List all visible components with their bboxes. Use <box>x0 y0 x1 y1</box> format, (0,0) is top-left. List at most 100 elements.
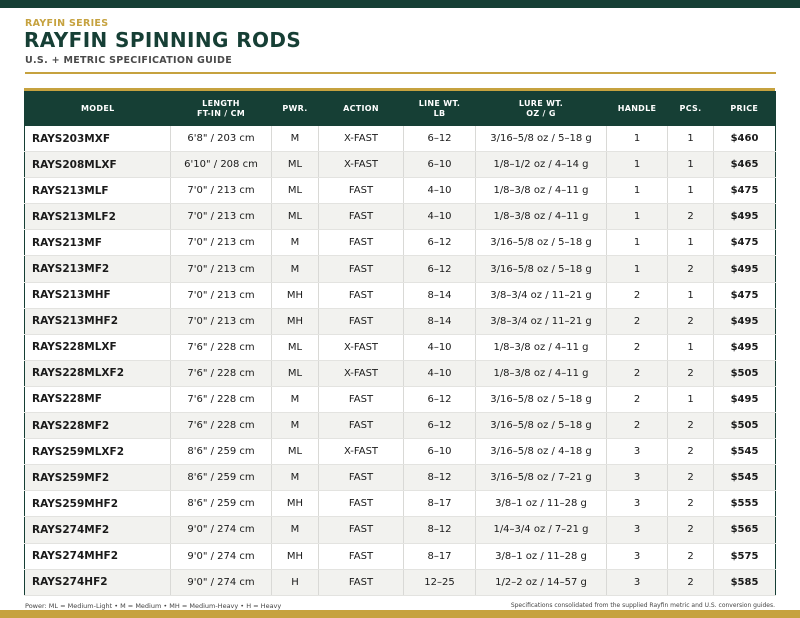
cell-handle: 3 <box>606 516 668 544</box>
table-row: RAYS213MF 7'0" / 213 cm M FAST 6–12 3/16–5/8 … <box>24 229 776 257</box>
column-header-label: PWR. <box>282 104 308 113</box>
spec-table-container: MODEL LENGTH FT-IN / CM PWR. ACTION LINE WT. L… <box>24 88 776 596</box>
cell-length: 6'8" / 203 cm <box>170 126 272 153</box>
cell-handle: 3 <box>606 438 668 466</box>
cell-lure-weight: 1/8–3/8 oz / 4–11 g <box>475 360 607 387</box>
cell-length: 7'6" / 228 cm <box>170 334 272 361</box>
cell-pieces: 2 <box>667 490 714 518</box>
cell-price: $545 <box>713 438 776 466</box>
cell-lure-weight: 3/16–5/8 oz / 5–18 g <box>475 412 607 440</box>
cell-handle: 1 <box>606 126 668 153</box>
cell-lure-weight: 1/8–3/8 oz / 4–11 g <box>475 203 607 231</box>
cell-line-weight: 6–12 <box>403 229 476 257</box>
cell-pieces: 2 <box>667 412 714 440</box>
cell-lure-weight: 1/8–3/8 oz / 4–11 g <box>475 334 607 361</box>
cell-length: 7'6" / 228 cm <box>170 386 272 414</box>
cell-power: M <box>271 516 319 544</box>
cell-power: MH <box>271 308 319 335</box>
cell-lure-weight: 1/8–3/8 oz / 4–11 g <box>475 177 607 205</box>
table-row: RAYS208MLXF 6'10" / 208 cm ML X-FAST 6–10 1/8… <box>24 151 776 179</box>
cell-power: M <box>271 386 319 414</box>
cell-price: $495 <box>713 386 776 414</box>
cell-model: RAYS259MLXF2 <box>24 438 171 466</box>
cell-model: RAYS259MF2 <box>24 464 171 492</box>
table-row: RAYS228MLXF 7'6" / 228 cm ML X-FAST 4–10 1/8–… <box>24 334 776 361</box>
column-header-label: ACTION <box>343 104 379 113</box>
table-row: RAYS213MLF2 7'0" / 213 cm ML FAST 4–10 1/8–3/… <box>24 203 776 231</box>
power-legend: Power: ML = Medium-Light • M = Medium • … <box>25 602 282 610</box>
column-header-unit: OZ / G <box>526 109 556 118</box>
cell-model: RAYS213MLF <box>24 177 171 205</box>
cell-lure-weight: 1/4–3/4 oz / 7–21 g <box>475 516 607 544</box>
cell-action: FAST <box>318 490 404 518</box>
cell-power: MH <box>271 490 319 518</box>
table-row: RAYS228MLXF2 7'6" / 228 cm ML X-FAST 4–10 1/8… <box>24 360 776 387</box>
cell-power: M <box>271 255 319 283</box>
cell-line-weight: 4–10 <box>403 360 476 387</box>
cell-handle: 1 <box>606 255 668 283</box>
table-row: RAYS213MF2 7'0" / 213 cm M FAST 6–12 3/16–5/8… <box>24 255 776 283</box>
cell-power: M <box>271 464 319 492</box>
column-header-model: MODEL <box>24 91 171 126</box>
bottom-accent-bar <box>0 610 800 618</box>
cell-model: RAYS274HF2 <box>24 569 171 596</box>
cell-length: 7'0" / 213 cm <box>170 308 272 335</box>
cell-length: 6'10" / 208 cm <box>170 151 272 179</box>
cell-power: ML <box>271 151 319 179</box>
cell-model: RAYS213MLF2 <box>24 203 171 231</box>
cell-line-weight: 6–12 <box>403 255 476 283</box>
cell-pieces: 2 <box>667 308 714 335</box>
cell-lure-weight: 3/16–5/8 oz / 5–18 g <box>475 386 607 414</box>
cell-lure-weight: 3/16–5/8 oz / 5–18 g <box>475 229 607 257</box>
cell-pieces: 2 <box>667 203 714 231</box>
cell-price: $585 <box>713 569 776 596</box>
column-header-label: LURE WT. <box>518 99 564 108</box>
column-header-price: PRICE <box>713 91 776 126</box>
cell-handle: 3 <box>606 464 668 492</box>
cell-price: $475 <box>713 282 776 309</box>
cell-pieces: 2 <box>667 543 714 570</box>
column-header-power: PWR. <box>271 91 319 126</box>
cell-line-weight: 8–12 <box>403 516 476 544</box>
cell-length: 7'0" / 213 cm <box>170 229 272 257</box>
cell-action: FAST <box>318 543 404 570</box>
cell-handle: 3 <box>606 490 668 518</box>
column-header-handle: HANDLE <box>606 91 668 126</box>
cell-handle: 1 <box>606 151 668 179</box>
cell-price: $505 <box>713 412 776 440</box>
cell-price: $465 <box>713 151 776 179</box>
cell-action: FAST <box>318 203 404 231</box>
cell-handle: 2 <box>606 386 668 414</box>
cell-action: FAST <box>318 516 404 544</box>
cell-price: $495 <box>713 203 776 231</box>
cell-length: 7'0" / 213 cm <box>170 177 272 205</box>
column-header-label: PCS. <box>679 104 702 113</box>
cell-handle: 2 <box>606 334 668 361</box>
table-row: RAYS213MHF2 7'0" / 213 cm MH FAST 8–14 3/8–3/… <box>24 308 776 335</box>
cell-power: ML <box>271 203 319 231</box>
cell-action: FAST <box>318 282 404 309</box>
cell-model: RAYS228MLXF <box>24 334 171 361</box>
spec-table: MODEL LENGTH FT-IN / CM PWR. ACTION LINE WT. L… <box>24 91 776 596</box>
cell-handle: 1 <box>606 177 668 205</box>
cell-pieces: 2 <box>667 360 714 387</box>
cell-handle: 2 <box>606 282 668 309</box>
cell-line-weight: 8–17 <box>403 490 476 518</box>
cell-line-weight: 8–14 <box>403 282 476 309</box>
table-body: RAYS203MXF 6'8" / 203 cm M X-FAST 6–12 3/16–5… <box>24 126 776 596</box>
cell-pieces: 2 <box>667 438 714 466</box>
cell-lure-weight: 3/16–5/8 oz / 5–18 g <box>475 126 607 153</box>
cell-power: ML <box>271 177 319 205</box>
cell-lure-weight: 3/16–5/8 oz / 5–18 g <box>475 255 607 283</box>
cell-power: ML <box>271 334 319 361</box>
cell-model: RAYS213MF <box>24 229 171 257</box>
cell-handle: 1 <box>606 229 668 257</box>
cell-handle: 2 <box>606 412 668 440</box>
table-row: RAYS274MHF2 9'0" / 274 cm MH FAST 8–17 3/8–1 … <box>24 543 776 570</box>
cell-price: $565 <box>713 516 776 544</box>
cell-power: ML <box>271 438 319 466</box>
column-header-line-weight: LINE WT. LB <box>403 91 476 126</box>
cell-power: ML <box>271 360 319 387</box>
column-header-label: MODEL <box>81 104 115 113</box>
page-title: RAYFIN SPINNING RODS <box>24 28 302 52</box>
